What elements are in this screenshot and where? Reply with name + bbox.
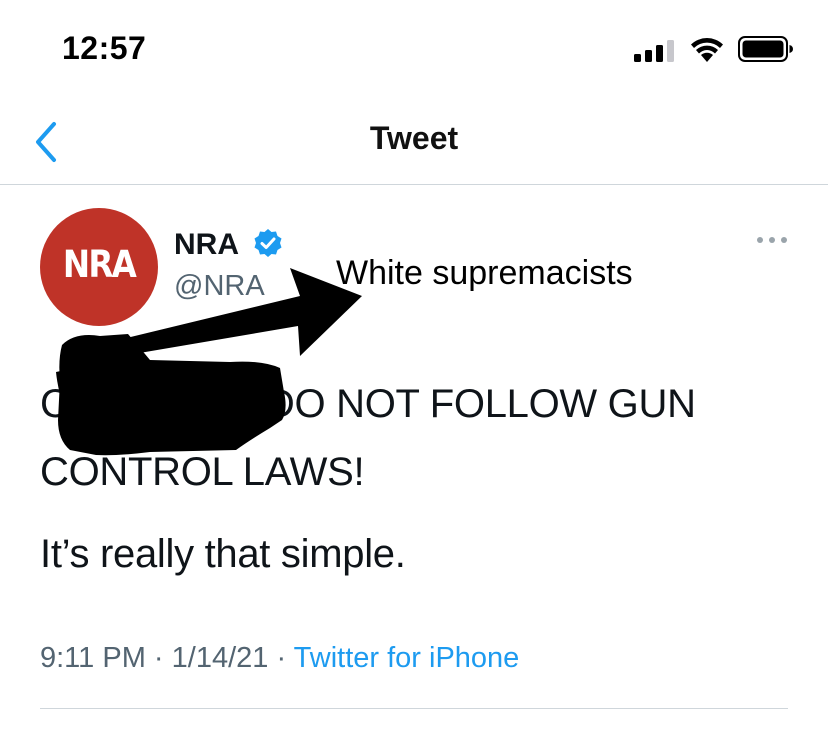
verified-badge-icon (254, 229, 282, 257)
tweet-meta: 9:11 PM · 1/14/21 · Twitter for iPhone (40, 642, 519, 675)
tweet-date: 1/14/21 (171, 642, 269, 674)
status-icons (634, 34, 794, 62)
divider (40, 708, 788, 709)
meta-separator: · (145, 642, 172, 674)
author-handle[interactable]: @NRA (174, 270, 265, 303)
avatar-logo-text: NRA (62, 243, 137, 286)
author-display-name[interactable]: NRA (174, 228, 239, 262)
more-options-icon[interactable] (752, 232, 792, 248)
nav-bar: Tweet (0, 100, 828, 185)
annotation-label: White supremacists (336, 254, 633, 292)
tweet-text-line: It’s really that simple. (40, 532, 406, 576)
status-bar: 12:57 (0, 0, 828, 100)
avatar[interactable]: NRA (40, 208, 158, 326)
wifi-icon (691, 38, 723, 62)
battery-icon (738, 36, 793, 62)
page-title: Tweet (369, 120, 459, 156)
tweet-time: 9:11 PM (40, 642, 146, 674)
tweet-source-link[interactable]: Twitter for iPhone (294, 642, 520, 674)
tweet-text-line: CRIMINALS DO NOT FOLLOW GUN (40, 382, 696, 426)
meta-separator: · (268, 642, 294, 674)
cellular-signal-icon (634, 40, 674, 62)
tweet-text-line: CONTROL LAWS! (40, 450, 365, 494)
status-time: 12:57 (62, 30, 147, 66)
